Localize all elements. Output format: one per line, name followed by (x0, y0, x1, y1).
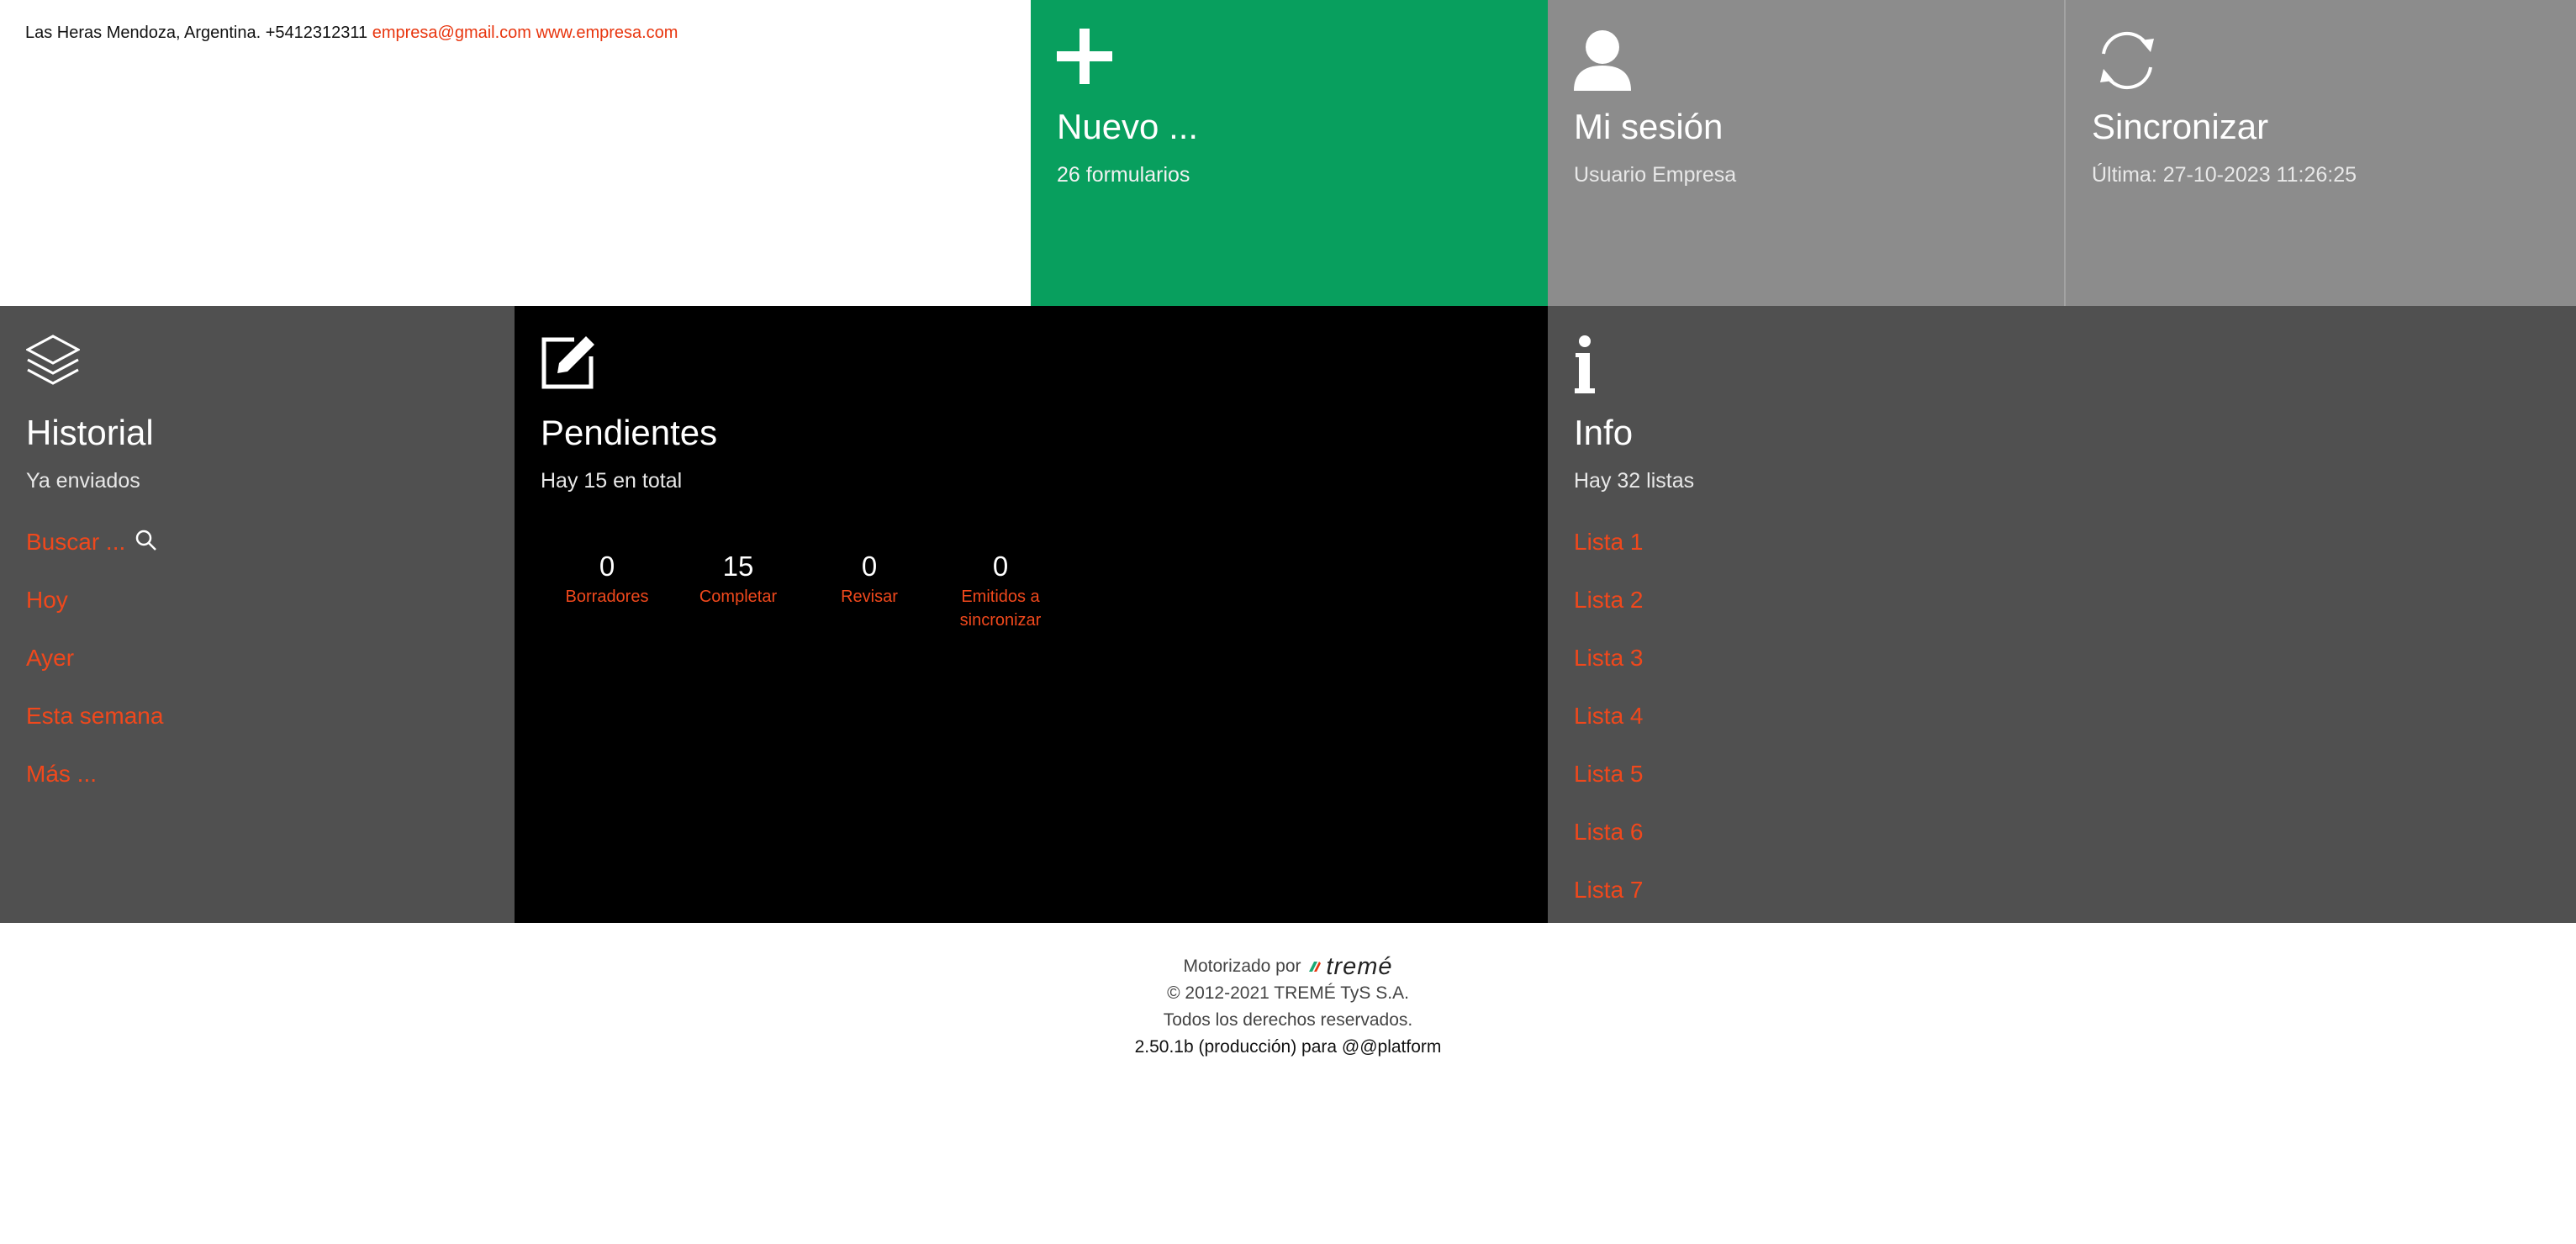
plus-icon (1057, 29, 1112, 88)
tile-subtitle: Última: 27-10-2023 11:26:25 (2092, 163, 2357, 187)
rights-text: Todos los derechos reservados. (1163, 1010, 1413, 1031)
counter-label: Emitidos a sincronizar (959, 588, 1042, 630)
treme-logo[interactable]: tremé (1306, 953, 1392, 980)
counter-value: 0 (599, 551, 615, 582)
link-lista-6[interactable]: Lista 6 (1574, 818, 1644, 876)
brand-name: tremé (1326, 953, 1393, 981)
historial-links: Buscar ... Hoy Ayer Esta semana Más ... (26, 528, 163, 818)
counter-value: 0 (861, 551, 878, 582)
pending-counters: 0 Borradores 15 Completar 0 Revisar 0 Em… (541, 551, 1066, 632)
counter-borradores[interactable]: 0 Borradores (541, 551, 673, 632)
copyright-text: © 2012-2021 TREMÉ TyS S.A. (1167, 983, 1409, 1004)
counter-emitidos[interactable]: 0 Emitidos a sincronizar (935, 551, 1066, 632)
link-buscar-label: Buscar ... (26, 529, 126, 555)
user-icon (1574, 29, 1631, 95)
sync-icon (2092, 29, 2162, 97)
link-lista-4[interactable]: Lista 4 (1574, 702, 1644, 760)
link-hoy[interactable]: Hoy (26, 586, 163, 644)
tile-sincronizar[interactable]: Sincronizar Última: 27-10-2023 11:26:25 (2064, 0, 2576, 306)
tile-subtitle: Hay 15 en total (541, 469, 683, 493)
link-lista-1[interactable]: Lista 1 (1574, 528, 1644, 586)
email-link[interactable]: empresa@gmail.com (372, 24, 531, 42)
tile-subtitle: Hay 32 listas (1574, 469, 1695, 493)
counter-label: Revisar (841, 588, 898, 607)
contact-header: Las Heras Mendoza, Argentina. +541231231… (0, 0, 1031, 306)
powered-by-line: Motorizado por tremé (0, 953, 2576, 980)
search-icon (135, 530, 157, 558)
counter-value: 0 (992, 551, 1009, 582)
link-lista-2[interactable]: Lista 2 (1574, 586, 1644, 644)
tile-historial: Historial Ya enviados Buscar ... Hoy Aye… (0, 306, 515, 923)
info-links: Lista 1 Lista 2 Lista 3 Lista 4 Lista 5 … (1574, 528, 1644, 934)
layers-icon (24, 335, 82, 394)
link-lista-3[interactable]: Lista 3 (1574, 644, 1644, 702)
counter-completar[interactable]: 15 Completar (673, 551, 804, 632)
edit-icon (541, 335, 596, 394)
tile-info: Info Hay 32 listas Lista 1 Lista 2 Lista… (1548, 306, 2576, 923)
address-text: Las Heras Mendoza, Argentina. +541231231… (25, 24, 368, 42)
tile-title: Pendientes (541, 413, 718, 452)
treme-logo-icon (1309, 962, 1322, 973)
counter-value: 15 (722, 551, 754, 582)
tile-mi-sesion[interactable]: Mi sesión Usuario Empresa (1548, 0, 2064, 306)
link-mas[interactable]: Más ... (26, 760, 163, 818)
tile-nuevo[interactable]: Nuevo ... 26 formularios (1031, 0, 1548, 306)
website-link[interactable]: www.empresa.com (536, 24, 678, 42)
powered-by-text: Motorizado por (1183, 957, 1301, 976)
footer: Motorizado por tremé © 2012-2021 TREMÉ T… (0, 923, 2576, 1244)
info-icon (1574, 335, 1596, 399)
tile-subtitle: Usuario Empresa (1574, 163, 1737, 187)
tile-title: Nuevo ... (1057, 107, 1199, 146)
tile-pendientes: Pendientes Hay 15 en total 0 Borradores … (515, 306, 1548, 923)
tile-title: Info (1574, 413, 1634, 452)
tile-subtitle: 26 formularios (1057, 163, 1190, 187)
link-lista-5[interactable]: Lista 5 (1574, 760, 1644, 818)
counter-label: Borradores (565, 588, 649, 607)
tile-subtitle: Ya enviados (26, 469, 140, 493)
counter-revisar[interactable]: 0 Revisar (804, 551, 935, 632)
link-esta-semana[interactable]: Esta semana (26, 702, 163, 760)
counter-label: Completar (699, 588, 778, 607)
tile-title: Sincronizar (2092, 107, 2269, 146)
tile-title: Historial (26, 413, 154, 452)
tile-title: Mi sesión (1574, 107, 1723, 146)
link-ayer[interactable]: Ayer (26, 644, 163, 702)
link-buscar[interactable]: Buscar ... (26, 528, 163, 586)
version-text: 2.50.1b (producción) para @@platform (1134, 1037, 1442, 1057)
